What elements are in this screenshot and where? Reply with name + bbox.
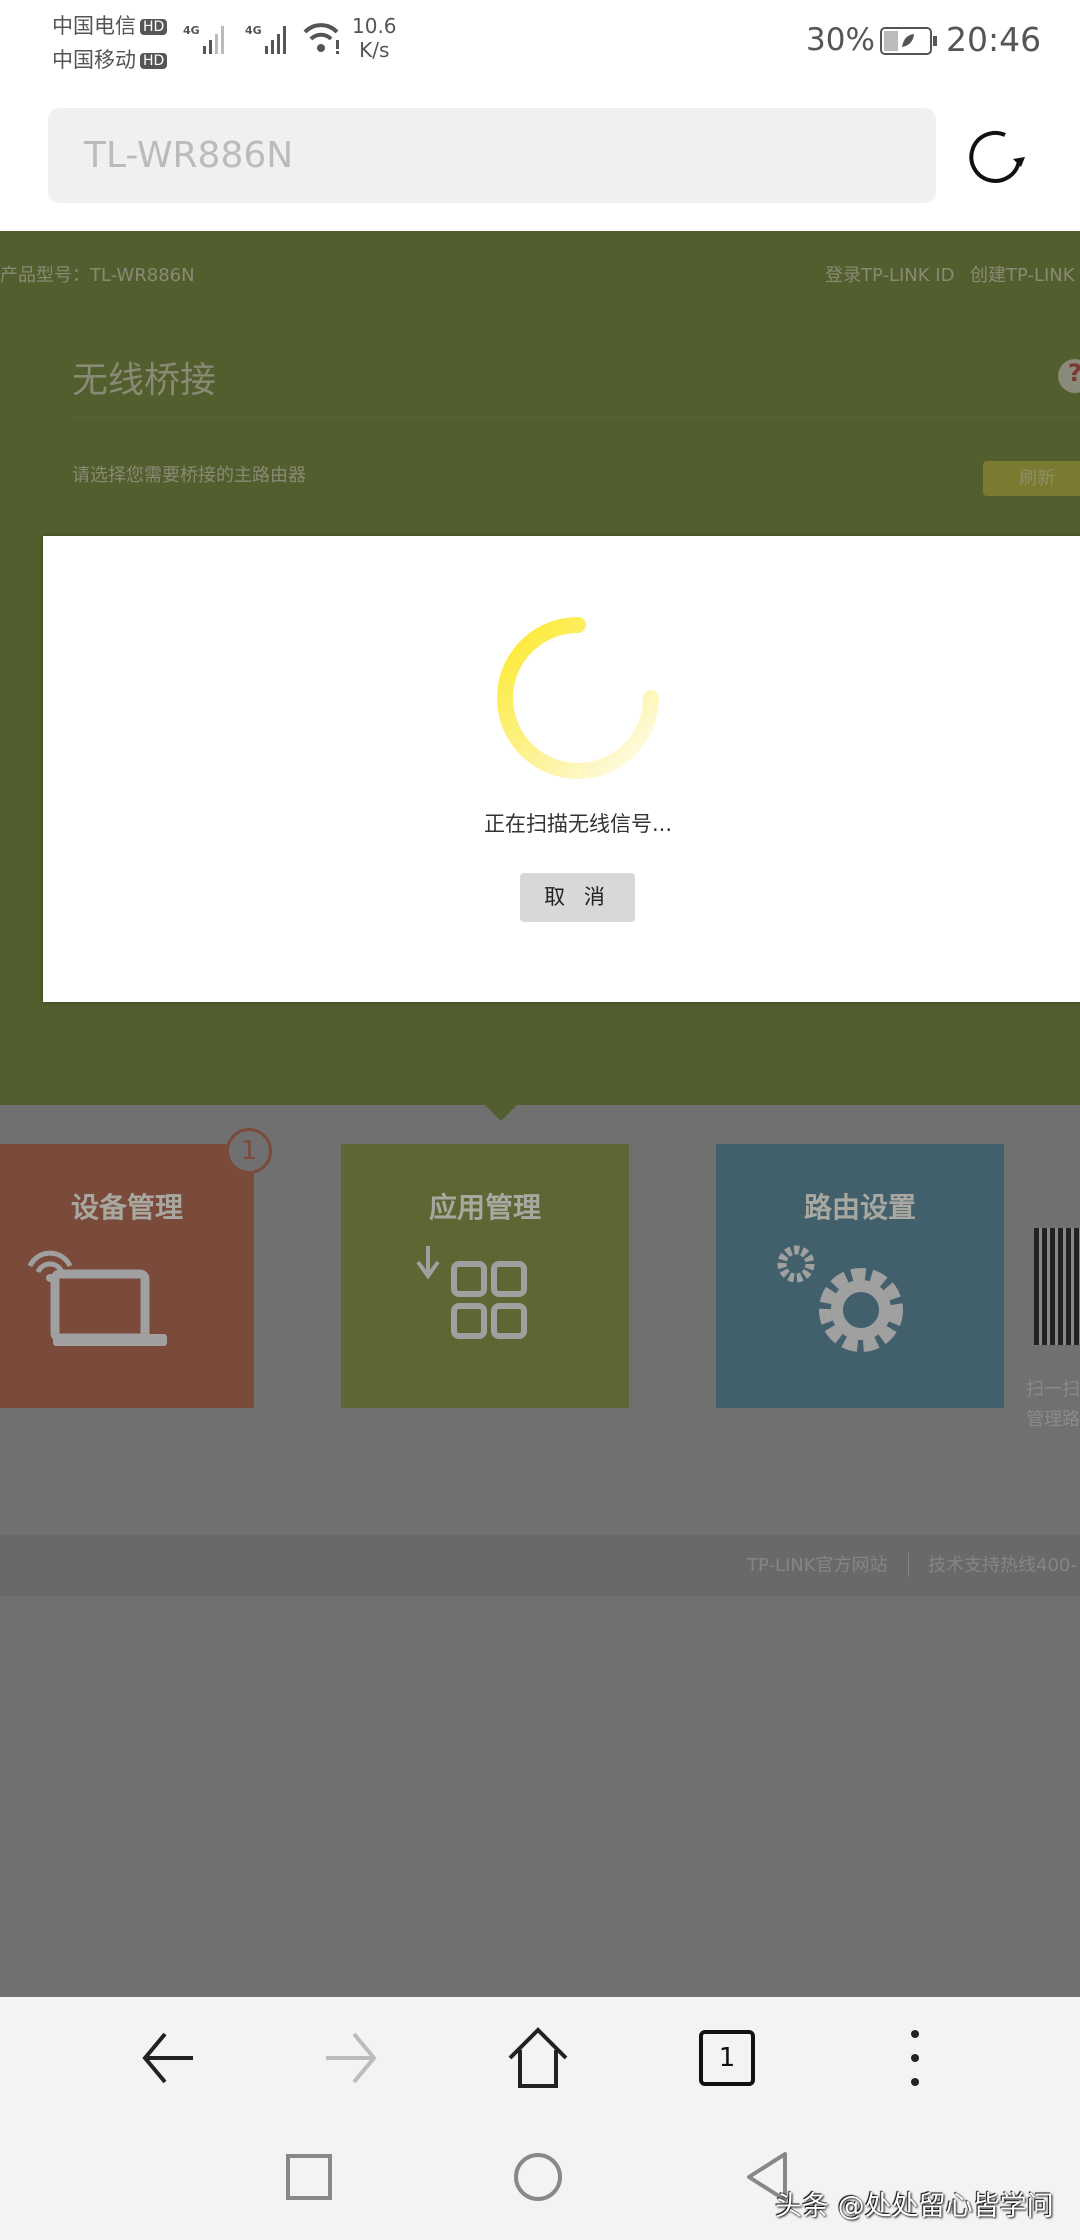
footer-divider [908, 1553, 909, 1577]
login-link[interactable]: 登录TP-LINK ID [825, 261, 954, 287]
qr-code [1034, 1228, 1080, 1345]
qr-caption-line2: 管理路 [1026, 1409, 1080, 1430]
hd-badge: HD [140, 19, 168, 35]
cancel-button[interactable]: 取 消 [520, 873, 635, 922]
recents-icon[interactable] [284, 2152, 334, 2202]
reload-icon[interactable] [965, 125, 1029, 189]
laptop-wifi-icon [25, 1244, 175, 1361]
divider [72, 417, 1080, 418]
help-icon[interactable]: ? [1058, 359, 1080, 393]
speed-value: 10.6 [352, 14, 397, 38]
battery-percent: 30% [806, 22, 875, 58]
net-label: 4G [183, 24, 200, 37]
home-nav-icon[interactable] [513, 2152, 563, 2202]
page-title: 无线桥接 [72, 360, 217, 401]
carrier-2: 中国移动 HD [52, 44, 168, 74]
official-site-link[interactable]: TP-LINK官方网站 [747, 1535, 888, 1596]
watermark: 头条 @处处留心皆学问 [775, 2191, 1054, 2222]
svg-text:4G: 4G [245, 24, 262, 37]
tile-label: 应用管理 [428, 1191, 541, 1224]
tile-label: 路由设置 [803, 1191, 916, 1224]
product-model: 产品型号：TL-WR886N [0, 265, 195, 286]
browser-address-bar: TL-WR886N [0, 95, 1080, 231]
footer: TP-LINK官方网站 技术支持热线400- [0, 1535, 1080, 1596]
hd-badge: HD [140, 53, 168, 69]
scanning-message: 正在扫描无线信号... [483, 812, 673, 836]
subtitle: 请选择您需要桥接的主路由器 [72, 465, 306, 486]
tile-app-management[interactable]: 应用管理 [341, 1144, 629, 1408]
gears-icon [776, 1244, 916, 1371]
url-input[interactable]: TL-WR886N [48, 108, 936, 203]
net-speed: 10.6 K/s [352, 14, 397, 62]
refresh-button[interactable]: 刷新 [983, 461, 1080, 496]
system-nav-bar: 头条 @处处留心皆学问 [0, 2100, 1080, 2240]
carrier-1-name: 中国电信 [52, 14, 136, 38]
back-icon[interactable] [132, 2023, 202, 2093]
carrier-1: 中国电信 HD [52, 10, 168, 40]
browser-toolbar: 1 [0, 1997, 1080, 2100]
home-icon[interactable] [503, 2023, 573, 2093]
qr-caption-line1: 扫一扫 [1026, 1379, 1080, 1400]
create-account-link[interactable]: 创建TP-LINK [970, 261, 1075, 287]
tile-label: 设备管理 [70, 1191, 183, 1224]
scanning-dialog: 正在扫描无线信号... 取 消 [43, 536, 1080, 1002]
more-menu-icon[interactable] [880, 2023, 950, 2093]
notification-badge: 1 [226, 1128, 272, 1174]
signal-icon: 4G 4G [183, 22, 313, 62]
tile-router-settings[interactable]: 路由设置 [716, 1144, 1004, 1408]
pointer-arrow [485, 1105, 517, 1121]
tabs-button[interactable]: 1 [699, 2030, 755, 2086]
battery-icon [880, 27, 940, 61]
carrier-2-name: 中国移动 [52, 48, 136, 72]
support-hotline: 技术支持热线400- [928, 1555, 1077, 1576]
speed-unit: K/s [359, 38, 390, 62]
qr-caption: 扫一扫 管理路 [1026, 1375, 1080, 1435]
status-bar: 中国电信 HD 中国移动 HD 4G 4G 10.6 K/s 30% 20:46 [0, 0, 1080, 95]
forward-icon[interactable] [317, 2023, 387, 2093]
apps-download-icon [416, 1244, 546, 1361]
loading-spinner [493, 613, 663, 787]
wifi-icon [302, 20, 342, 60]
clock: 20:46 [946, 20, 1042, 59]
tile-device-management[interactable]: 设备管理 [0, 1144, 254, 1408]
